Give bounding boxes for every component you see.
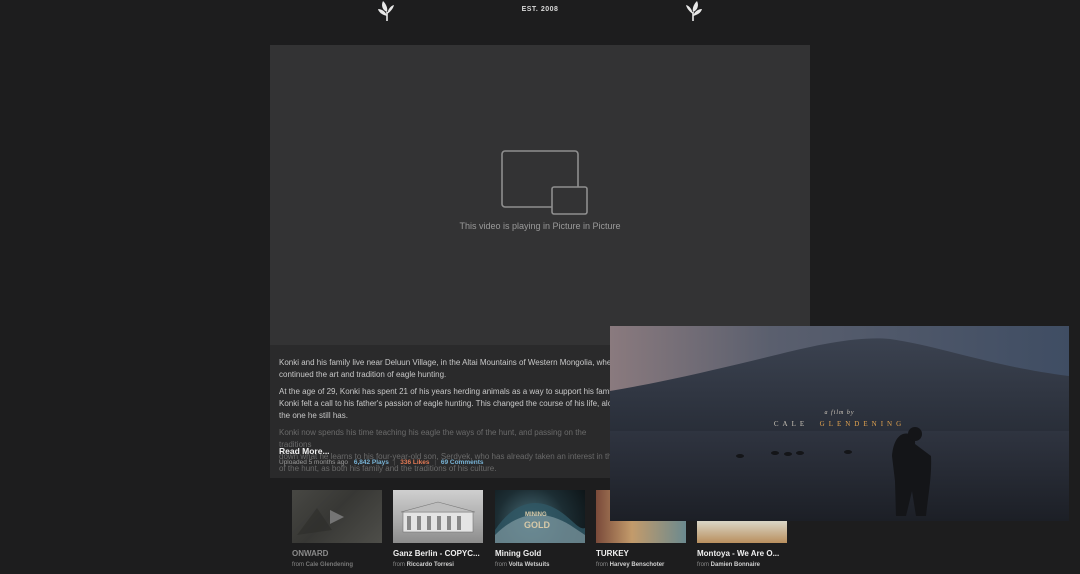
picture-in-picture-icon bbox=[501, 150, 588, 215]
description-paragraph: Konki and his family live near Deluun Vi… bbox=[279, 358, 614, 379]
wheat-leaf-icon bbox=[378, 1, 394, 21]
site-header: EST. 2008 bbox=[0, 0, 1080, 24]
related-video-author[interactable]: from Damien Bonnaire bbox=[697, 562, 787, 568]
established-label: EST. 2008 bbox=[521, 6, 559, 13]
wheat-leaf-icon bbox=[686, 1, 702, 21]
related-video-author[interactable]: from Volta Wetsuits bbox=[495, 562, 585, 568]
related-video[interactable]: ONWARD from Cale Glendening bbox=[292, 490, 382, 568]
read-more-link[interactable]: Read More... bbox=[279, 446, 330, 456]
related-video-title[interactable]: ONWARD bbox=[292, 549, 382, 558]
play-icon bbox=[297, 508, 344, 535]
description-paragraph: At the age of 29, Konki has spent 21 of … bbox=[279, 387, 613, 420]
likes-count[interactable]: 336 Likes bbox=[400, 459, 429, 466]
stats-separator: | bbox=[434, 459, 437, 466]
thumb-caption: MINING bbox=[525, 512, 547, 518]
related-video-author[interactable]: from Harvey Benschoter bbox=[596, 562, 686, 568]
upload-date: Uploaded 5 months ago bbox=[279, 459, 349, 466]
stats-separator: | bbox=[393, 459, 396, 466]
video-stats: Uploaded 5 months ago 6,842 Plays | 336 … bbox=[279, 459, 483, 466]
related-video[interactable]: MINING GOLD Mining Gold from Volta Wetsu… bbox=[495, 490, 585, 568]
related-video-title[interactable]: Montoya - We Are O... bbox=[697, 549, 787, 558]
video-player[interactable]: This video is playing in Picture in Pict… bbox=[270, 45, 810, 345]
film-credit-name: CALE GLENDENING bbox=[773, 420, 906, 428]
plays-count[interactable]: 6,842 Plays bbox=[354, 459, 389, 466]
video-thumbnail[interactable]: MINING GOLD bbox=[495, 490, 585, 543]
related-video[interactable]: Ganz Berlin - COPYC... from Riccardo Tor… bbox=[393, 490, 483, 568]
video-thumbnail[interactable] bbox=[292, 490, 382, 543]
pip-video-window[interactable]: a film by CALE GLENDENING bbox=[610, 326, 1069, 521]
related-video-author[interactable]: from Cale Glendening bbox=[292, 562, 382, 568]
pip-status-message: This video is playing in Picture in Pict… bbox=[459, 221, 621, 231]
video-thumbnail[interactable] bbox=[393, 490, 483, 543]
building-illustration bbox=[400, 501, 476, 533]
comments-count[interactable]: 69 Comments bbox=[441, 459, 484, 466]
film-credit-intro: a film by bbox=[824, 410, 855, 416]
related-video-title[interactable]: Ganz Berlin - COPYC... bbox=[393, 549, 483, 558]
related-video-title[interactable]: Mining Gold bbox=[495, 549, 585, 558]
related-video-author[interactable]: from Riccardo Torresi bbox=[393, 562, 483, 568]
thumb-caption: GOLD bbox=[524, 520, 550, 530]
description-faded-paragraph: Konki now spends his time teaching his e… bbox=[279, 428, 612, 473]
related-video-title[interactable]: TURKEY bbox=[596, 549, 686, 558]
